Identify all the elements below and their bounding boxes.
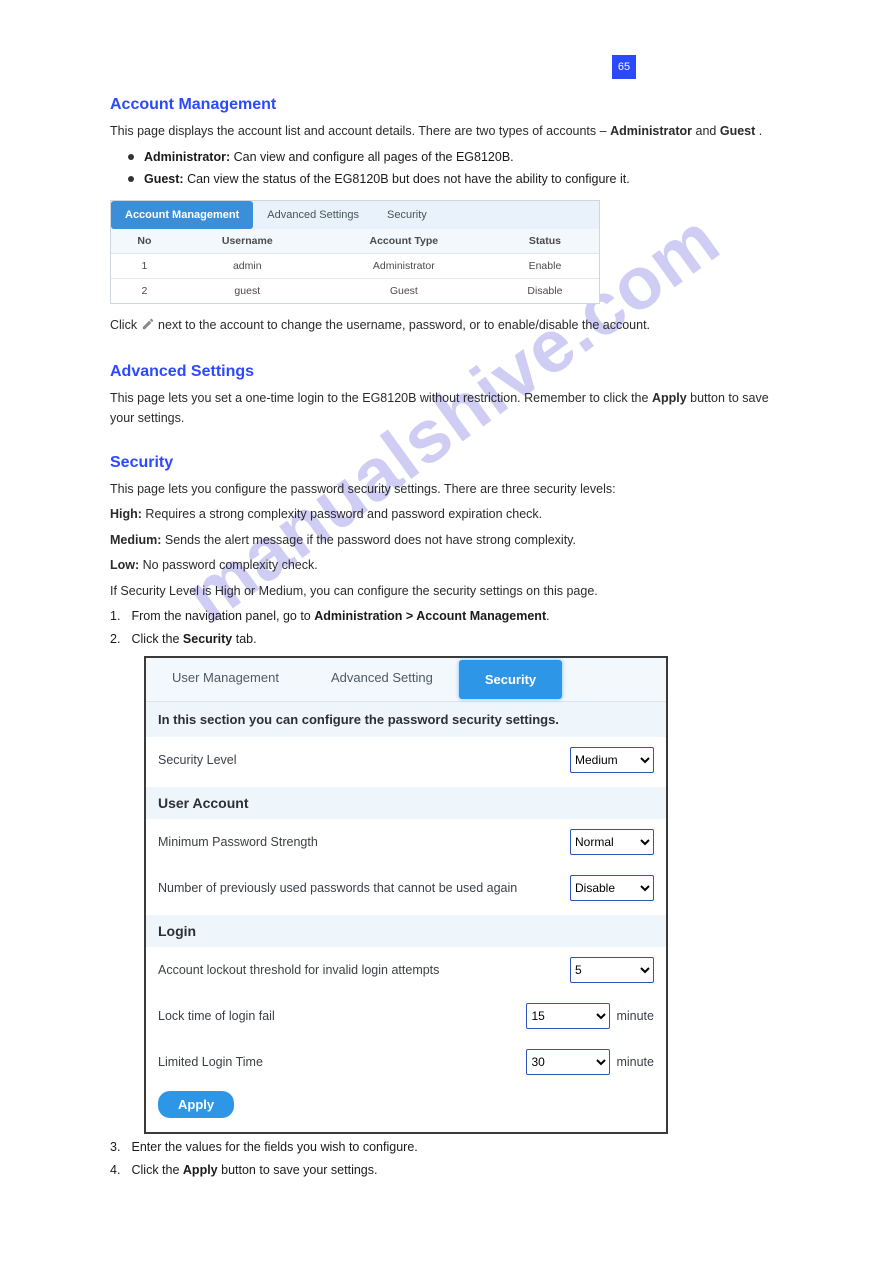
step-4: 4. Click the Apply button to save your s… — [110, 1161, 783, 1180]
tab-advanced-settings[interactable]: Advanced Settings — [253, 201, 373, 229]
heading-user-account: User Account — [146, 787, 666, 819]
label-limited-login: Limited Login Time — [158, 1055, 526, 1069]
step-3: 3. Enter the values for the fields you w… — [110, 1138, 783, 1157]
col-status: Status — [491, 229, 599, 254]
para-advanced: This page lets you set a one‑time login … — [110, 389, 783, 428]
tab-security[interactable]: Security — [373, 201, 441, 229]
select-lockout-threshold[interactable]: 5 — [570, 957, 654, 983]
para-low: Low: No password complexity check. — [110, 556, 783, 575]
para-high: High: Requires a strong complexity passw… — [110, 505, 783, 524]
col-no: No — [111, 229, 178, 254]
heading-login: Login — [146, 915, 666, 947]
select-prev-passwords[interactable]: Disable — [570, 875, 654, 901]
tab-account-management[interactable]: Account Management — [111, 201, 253, 229]
section-heading-security: Security — [110, 454, 783, 472]
label-security-level: Security Level — [158, 753, 570, 767]
unit-minute-2: minute — [616, 1055, 654, 1069]
account-type-list: Administrator: Can view and configure al… — [128, 147, 783, 190]
select-lock-time[interactable]: 15 — [526, 1003, 610, 1029]
select-security-level[interactable]: Medium — [570, 747, 654, 773]
label-lockout-threshold: Account lockout threshold for invalid lo… — [158, 963, 570, 977]
unit-minute-1: minute — [616, 1009, 654, 1023]
security-description: In this section you can configure the pa… — [146, 702, 666, 737]
select-limited-login[interactable]: 30 — [526, 1049, 610, 1075]
step-1: 1. From the navigation panel, go to Admi… — [110, 607, 783, 626]
select-min-pw-strength[interactable]: Normal — [570, 829, 654, 855]
tab-security-active[interactable]: Security — [459, 660, 562, 699]
figure-security-panel: User Management Advanced Setting Securit… — [144, 656, 668, 1134]
label-min-pw-strength: Minimum Password Strength — [158, 835, 570, 849]
section-heading-account-management: Account Management — [110, 96, 783, 114]
step-2: 2. Click the Security tab. — [110, 630, 783, 649]
figure-account-management-table: Account Management Advanced Settings Sec… — [110, 200, 600, 304]
table-row[interactable]: 1 admin Administrator Enable — [111, 253, 599, 278]
para-click-pencil: Click next to the account to change the … — [110, 316, 783, 337]
para-low2: If Security Level is High or Medium, you… — [110, 582, 783, 601]
para-account-intro: This page displays the account list and … — [110, 122, 783, 141]
label-prev-passwords: Number of previously used passwords that… — [158, 881, 570, 895]
apply-button[interactable]: Apply — [158, 1091, 234, 1118]
tab-advanced-setting[interactable]: Advanced Setting — [305, 658, 459, 701]
table-row[interactable]: 2 guest Guest Disable — [111, 278, 599, 303]
pencil-icon — [141, 317, 155, 337]
para-security-1: This page lets you configure the passwor… — [110, 480, 783, 499]
label-lock-time: Lock time of login fail — [158, 1009, 526, 1023]
para-medium: Medium: Sends the alert message if the p… — [110, 531, 783, 550]
tab-user-management[interactable]: User Management — [146, 658, 305, 701]
col-username: Username — [178, 229, 317, 254]
section-heading-advanced-settings: Advanced Settings — [110, 363, 783, 381]
page-number-badge: 65 — [612, 55, 636, 79]
col-account-type: Account Type — [317, 229, 491, 254]
